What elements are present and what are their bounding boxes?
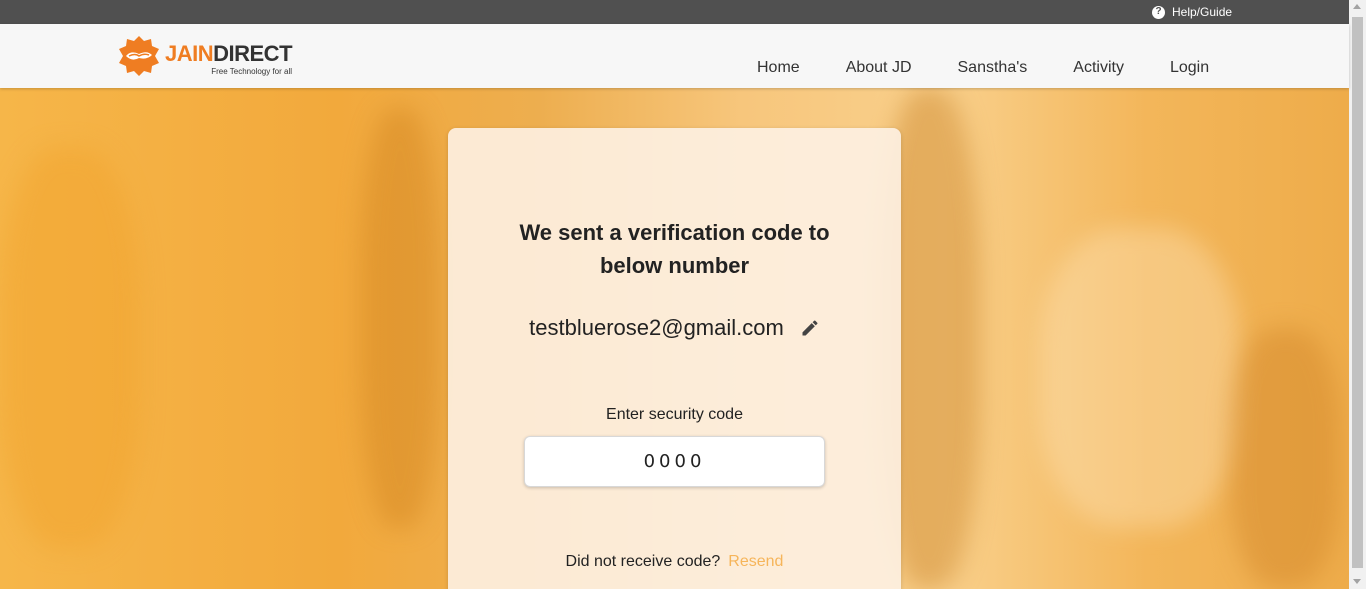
top-bar: ? Help/Guide bbox=[0, 0, 1349, 24]
logo-tagline: Free Technology for all bbox=[211, 67, 293, 76]
navbar: JAINDIRECT Free Technology for all Home … bbox=[0, 24, 1349, 88]
logo[interactable]: JAINDIRECT Free Technology for all bbox=[117, 34, 293, 78]
pencil-edit-icon[interactable] bbox=[800, 318, 820, 338]
verification-card: We sent a verification code to below num… bbox=[448, 128, 901, 589]
email-value: testbluerose2@gmail.com bbox=[529, 315, 784, 340]
security-code-label: Enter security code bbox=[606, 406, 743, 423]
logo-name-direct: DIRECT bbox=[213, 41, 293, 66]
resend-row: Did not receive code? Resend bbox=[448, 553, 901, 571]
nav-home[interactable]: Home bbox=[734, 59, 823, 77]
help-guide-link[interactable]: ? Help/Guide bbox=[1152, 5, 1232, 19]
resend-prompt: Did not receive code? bbox=[565, 553, 721, 570]
nav-links: Home About JD Sanstha's Activity Login bbox=[734, 59, 1232, 77]
help-guide-label: Help/Guide bbox=[1172, 5, 1233, 19]
nav-login[interactable]: Login bbox=[1147, 59, 1232, 77]
email-row: testbluerose2@gmail.com bbox=[448, 315, 901, 341]
resend-link[interactable]: Resend bbox=[728, 553, 783, 570]
question-circle-icon: ? bbox=[1152, 5, 1165, 19]
hands-logo-icon bbox=[119, 36, 159, 76]
nav-about[interactable]: About JD bbox=[823, 59, 935, 77]
logo-name-jain: JAIN bbox=[165, 41, 214, 66]
nav-sansthas[interactable]: Sanstha's bbox=[935, 59, 1051, 77]
scroll-up-arrow-icon[interactable] bbox=[1353, 4, 1361, 9]
page-scrollbar[interactable] bbox=[1349, 0, 1366, 589]
scroll-down-arrow-icon[interactable] bbox=[1353, 579, 1361, 584]
nav-activity[interactable]: Activity bbox=[1050, 59, 1147, 77]
verification-title: We sent a verification code to below num… bbox=[519, 220, 830, 278]
scroll-thumb[interactable] bbox=[1352, 17, 1363, 568]
security-code-input[interactable] bbox=[524, 436, 825, 487]
